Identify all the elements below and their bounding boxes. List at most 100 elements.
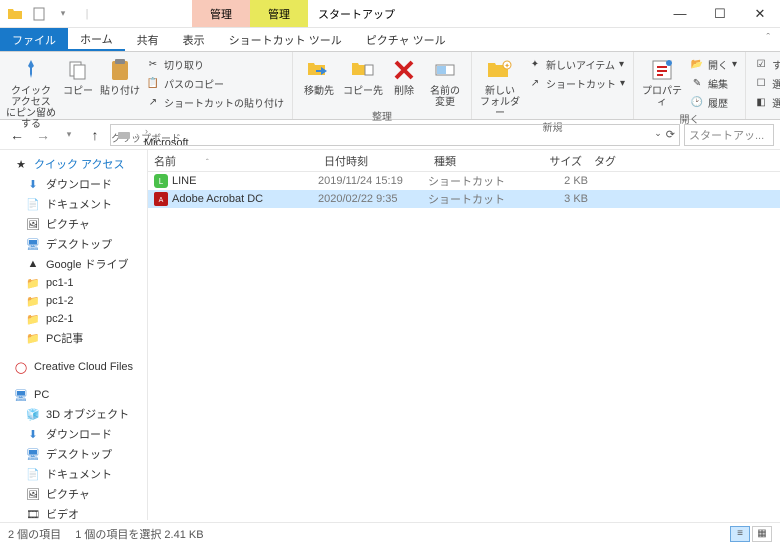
nav-pc[interactable]: 🖥PC bbox=[0, 386, 147, 404]
new-item-icon: ✦ bbox=[528, 58, 542, 72]
cut-button[interactable]: ✂切り取り bbox=[144, 56, 286, 73]
col-tag[interactable]: タグ bbox=[588, 153, 648, 169]
document-icon[interactable] bbox=[28, 3, 50, 25]
new-folder-icon: ✦ bbox=[486, 56, 514, 84]
qat-dropdown-icon[interactable]: ▾ bbox=[52, 3, 74, 25]
nav-3dobjects[interactable]: 🧊3D オブジェクト bbox=[0, 404, 147, 424]
edit-button[interactable]: ✎編集 bbox=[688, 75, 739, 92]
breadcrumb-segment[interactable]: Roaming bbox=[142, 124, 237, 125]
close-button[interactable]: ✕ bbox=[740, 0, 780, 27]
breadcrumb-bar[interactable]: › Windows 7 (C:)›ユーザー›president›AppData›… bbox=[110, 124, 680, 146]
move-to-button[interactable]: 移動先 bbox=[299, 54, 339, 97]
select-all-button[interactable]: ☑すべて選択 bbox=[752, 56, 780, 73]
tab-shortcut-tools[interactable]: ショートカット ツール bbox=[217, 28, 354, 51]
nav-desktop[interactable]: 🖥デスクトップ bbox=[0, 234, 147, 254]
paste-shortcut-button[interactable]: ↗ショートカットの貼り付け bbox=[144, 94, 286, 111]
copy-button[interactable]: コピー bbox=[60, 54, 96, 97]
ribbon-collapse-icon[interactable]: ˆ bbox=[756, 28, 780, 51]
select-none-button[interactable]: ☐選択解除 bbox=[752, 75, 780, 92]
breadcrumb-segment[interactable]: Microsoft bbox=[142, 137, 237, 146]
file-list[interactable]: LLINE2019/11/24 15:19ショートカット2 KBAAdobe A… bbox=[148, 172, 780, 520]
nav-pcarticle[interactable]: 📁PC記事 bbox=[0, 328, 147, 348]
quick-access-toolbar: ▾ | bbox=[0, 0, 102, 27]
nav-documents[interactable]: 📄ドキュメント bbox=[0, 194, 147, 214]
folder-icon: 📁 bbox=[26, 294, 40, 308]
chevron-right-icon[interactable]: › bbox=[142, 126, 151, 136]
nav-quick-access[interactable]: ★クイック アクセス bbox=[0, 154, 147, 174]
open-button[interactable]: 📂開く ▾ bbox=[688, 56, 739, 73]
tab-file[interactable]: ファイル bbox=[0, 28, 68, 51]
copy-to-icon bbox=[349, 56, 377, 84]
new-item-button[interactable]: ✦新しいアイテム ▾ bbox=[526, 56, 627, 73]
file-row[interactable]: LLINE2019/11/24 15:19ショートカット2 KB bbox=[148, 172, 780, 190]
properties-button[interactable]: プロパティ bbox=[640, 54, 684, 108]
col-size[interactable]: サイズ bbox=[528, 153, 588, 169]
tab-home[interactable]: ホーム bbox=[68, 28, 125, 51]
col-type[interactable]: 種類 bbox=[428, 153, 528, 169]
nav-forward-button[interactable]: → bbox=[32, 124, 54, 146]
svg-text:✦: ✦ bbox=[504, 62, 510, 70]
maximize-button[interactable]: ☐ bbox=[700, 0, 740, 27]
group-open: プロパティ 📂開く ▾ ✎編集 🕑履歴 開く bbox=[634, 52, 746, 119]
folder-icon[interactable] bbox=[4, 3, 26, 25]
nav-ccfiles[interactable]: ◯Creative Cloud Files bbox=[0, 358, 147, 376]
history-button[interactable]: 🕑履歴 bbox=[688, 94, 739, 111]
select-all-icon: ☑ bbox=[754, 58, 768, 72]
pin-to-quick-access-button[interactable]: クイック アクセス にピン留めする bbox=[6, 54, 56, 130]
refresh-icon[interactable]: ⟳ bbox=[666, 128, 675, 141]
copy-path-button[interactable]: 📋パスのコピー bbox=[144, 75, 286, 92]
addr-dropdown-icon[interactable]: ⌄ bbox=[654, 128, 662, 141]
sort-indicator-icon: ˆ bbox=[206, 158, 209, 167]
pin-icon bbox=[17, 56, 45, 84]
copy-to-button[interactable]: コピー先 bbox=[343, 54, 383, 97]
tab-share[interactable]: 共有 bbox=[125, 28, 171, 51]
nav-back-button[interactable]: ← bbox=[6, 124, 28, 146]
download-icon: ⬇ bbox=[26, 177, 40, 191]
move-to-icon bbox=[305, 56, 333, 84]
file-row[interactable]: AAdobe Acrobat DC2020/02/22 9:35ショートカット3… bbox=[148, 190, 780, 208]
details-view-button[interactable]: ≡ bbox=[730, 526, 750, 542]
contextual-tabs: 管理 管理 bbox=[192, 0, 308, 27]
picture-icon: 🖼 bbox=[26, 217, 40, 231]
minimize-button[interactable]: — bbox=[660, 0, 700, 27]
cc-icon: ◯ bbox=[14, 360, 28, 374]
new-folder-button[interactable]: ✦ 新しい フォルダー bbox=[478, 54, 522, 119]
nav-downloads2[interactable]: ⬇ダウンロード bbox=[0, 424, 147, 444]
paste-button[interactable]: 貼り付け bbox=[100, 54, 140, 97]
edit-icon: ✎ bbox=[690, 77, 704, 91]
tab-view[interactable]: 表示 bbox=[171, 28, 217, 51]
group-organize: 移動先 コピー先 削除 名前の 変更 整理 bbox=[293, 52, 472, 119]
contextual-tab-shortcut[interactable]: 管理 bbox=[192, 0, 250, 27]
col-name[interactable]: 名前ˆ bbox=[148, 153, 318, 169]
nav-pictures[interactable]: 🖼ピクチャ bbox=[0, 214, 147, 234]
nav-documents2[interactable]: 📄ドキュメント bbox=[0, 464, 147, 484]
tab-picture-tools[interactable]: ピクチャ ツール bbox=[354, 28, 458, 51]
new-shortcut-button[interactable]: ↗ショートカット ▾ bbox=[526, 75, 627, 92]
ribbon: クイック アクセス にピン留めする コピー 貼り付け ✂切り取り 📋パスのコピー… bbox=[0, 52, 780, 120]
nav-downloads[interactable]: ⬇ダウンロード bbox=[0, 174, 147, 194]
nav-videos[interactable]: 🎞ビデオ bbox=[0, 504, 147, 520]
rename-button[interactable]: 名前の 変更 bbox=[425, 54, 465, 108]
navigation-pane[interactable]: ★クイック アクセス ⬇ダウンロード 📄ドキュメント 🖼ピクチャ 🖥デスクトップ… bbox=[0, 150, 148, 520]
thumbnails-view-button[interactable]: ▦ bbox=[752, 526, 772, 542]
file-icon: L bbox=[154, 174, 168, 188]
pc-icon: 🖥 bbox=[14, 388, 28, 402]
invert-selection-button[interactable]: ◧選択の切り替え bbox=[752, 94, 780, 111]
nav-gdrive[interactable]: ▲Google ドライブ bbox=[0, 254, 147, 274]
file-icon: A bbox=[154, 192, 168, 206]
col-date[interactable]: 日付時刻 bbox=[318, 153, 428, 169]
contextual-tab-picture[interactable]: 管理 bbox=[250, 0, 308, 27]
nav-up-button[interactable]: ↑ bbox=[84, 124, 106, 146]
nav-pc12[interactable]: 📁pc1-2 bbox=[0, 292, 147, 310]
nav-pictures2[interactable]: 🖼ピクチャ bbox=[0, 484, 147, 504]
video-icon: 🎞 bbox=[26, 507, 40, 520]
search-input[interactable]: スタートアッ... bbox=[684, 124, 774, 146]
nav-pc21[interactable]: 📁pc2-1 bbox=[0, 310, 147, 328]
file-size: 3 KB bbox=[528, 193, 588, 205]
invert-icon: ◧ bbox=[754, 96, 768, 110]
nav-desktop2[interactable]: 🖥デスクトップ bbox=[0, 444, 147, 464]
nav-pc11[interactable]: 📁pc1-1 bbox=[0, 274, 147, 292]
delete-button[interactable]: 削除 bbox=[387, 54, 421, 97]
svg-text:A: A bbox=[159, 197, 164, 204]
nav-recent-dropdown[interactable]: ▾ bbox=[58, 124, 80, 146]
